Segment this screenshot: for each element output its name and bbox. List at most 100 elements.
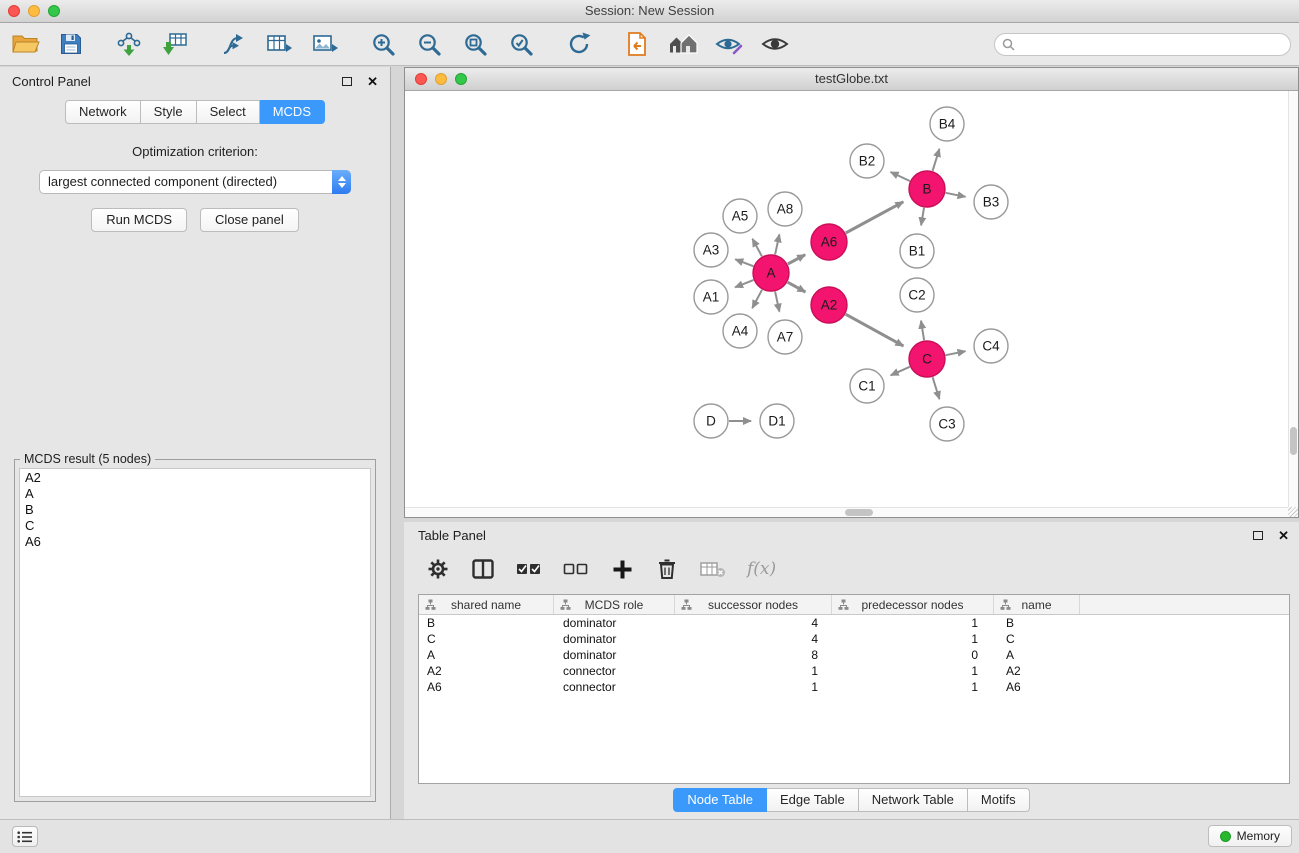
edge-A-A1[interactable]: [735, 280, 753, 287]
network-window-titlebar[interactable]: testGlobe.txt: [405, 68, 1298, 91]
column-header-predecessor-nodes[interactable]: predecessor nodes: [832, 595, 994, 614]
table-tab-edge-table[interactable]: Edge Table: [767, 788, 859, 812]
horizontal-scrollbar-thumb[interactable]: [845, 509, 873, 516]
graph-node-A1[interactable]: A1: [694, 280, 728, 314]
close-window-button[interactable]: [8, 5, 20, 17]
graph-node-A4[interactable]: A4: [723, 314, 757, 348]
edge-A-A5[interactable]: [752, 239, 762, 256]
table-tab-network-table[interactable]: Network Table: [859, 788, 968, 812]
close-panel-icon[interactable]: ✕: [367, 75, 378, 88]
table-row[interactable]: Adominator80A: [419, 647, 1289, 663]
tab-select[interactable]: Select: [197, 100, 260, 124]
edge-A-A4[interactable]: [752, 290, 762, 308]
tab-network[interactable]: Network: [65, 100, 141, 124]
network-zoom-button[interactable]: [455, 73, 467, 85]
edge-A6-B[interactable]: [846, 202, 904, 233]
horizontal-scrollbar[interactable]: [405, 507, 1288, 517]
save-session-button[interactable]: [54, 27, 88, 61]
search-input[interactable]: [994, 33, 1291, 56]
delete-table-button[interactable]: [700, 556, 726, 582]
close-table-panel-icon[interactable]: ✕: [1278, 529, 1289, 542]
column-header-shared-name[interactable]: shared name: [419, 595, 554, 614]
graph-node-B2[interactable]: B2: [850, 144, 884, 178]
edge-A-A8[interactable]: [775, 234, 779, 254]
tab-mcds[interactable]: MCDS: [260, 100, 325, 124]
table-row[interactable]: Cdominator41C: [419, 631, 1289, 647]
edge-B-B4[interactable]: [933, 149, 940, 171]
graph-node-A5[interactable]: A5: [723, 199, 757, 233]
vertical-scrollbar-thumb[interactable]: [1290, 427, 1297, 455]
edge-B-B2[interactable]: [891, 172, 910, 181]
graph-node-C1[interactable]: C1: [850, 369, 884, 403]
select-all-button[interactable]: [516, 556, 542, 582]
memory-button[interactable]: Memory: [1208, 825, 1292, 847]
zoom-in-button[interactable]: [366, 27, 400, 61]
new-network-button[interactable]: [216, 27, 250, 61]
table-settings-button[interactable]: [426, 556, 450, 582]
new-table-button[interactable]: [262, 27, 296, 61]
edge-C-C2[interactable]: [921, 321, 924, 341]
mcds-result-item[interactable]: A6: [20, 534, 370, 550]
style-preview-button[interactable]: [712, 27, 746, 61]
column-header-successor-nodes[interactable]: successor nodes: [675, 595, 832, 614]
edge-A-A2[interactable]: [788, 282, 806, 292]
edge-C-C1[interactable]: [891, 367, 910, 376]
mcds-result-item[interactable]: C: [20, 518, 370, 534]
graph-node-C4[interactable]: C4: [974, 329, 1008, 363]
edge-A-A7[interactable]: [775, 292, 779, 312]
delete-column-button[interactable]: [655, 556, 679, 582]
graph-node-D[interactable]: D: [694, 404, 728, 438]
zoom-out-button[interactable]: [412, 27, 446, 61]
table-tab-node-table[interactable]: Node Table: [673, 788, 767, 812]
zoom-window-button[interactable]: [48, 5, 60, 17]
graph-node-B3[interactable]: B3: [974, 185, 1008, 219]
edge-B-B3[interactable]: [946, 193, 966, 197]
graph-node-A2[interactable]: A2: [811, 287, 847, 323]
table-row[interactable]: Bdominator41B: [419, 615, 1289, 631]
close-panel-button[interactable]: Close panel: [200, 208, 299, 232]
network-canvas[interactable]: B4B2BB3A5A8A6B1A3AC2A1A2A4A7C4CC1C3DD1: [405, 91, 1298, 517]
mcds-result-item[interactable]: B: [20, 502, 370, 518]
edge-A-A6[interactable]: [788, 255, 805, 264]
open-session-button[interactable]: [8, 27, 42, 61]
graph-node-B[interactable]: B: [909, 171, 945, 207]
column-header-name[interactable]: name: [994, 595, 1080, 614]
function-builder-button[interactable]: f(x): [747, 556, 776, 582]
tab-style[interactable]: Style: [141, 100, 197, 124]
open-recent-session-button[interactable]: [620, 27, 654, 61]
graph-node-A[interactable]: A: [753, 255, 789, 291]
float-panel-icon[interactable]: [342, 77, 352, 86]
task-history-button[interactable]: [12, 826, 38, 847]
columns-visibility-button[interactable]: [471, 556, 495, 582]
table-tab-motifs[interactable]: Motifs: [968, 788, 1030, 812]
zoom-fit-button[interactable]: [458, 27, 492, 61]
zoom-selected-button[interactable]: [504, 27, 538, 61]
network-minimize-button[interactable]: [435, 73, 447, 85]
import-network-file-button[interactable]: [112, 27, 146, 61]
mcds-result-item[interactable]: A2: [20, 470, 370, 486]
edge-A2-C[interactable]: [846, 314, 904, 346]
graph-node-B4[interactable]: B4: [930, 107, 964, 141]
graph-node-A7[interactable]: A7: [768, 320, 802, 354]
add-column-button[interactable]: [610, 556, 634, 582]
run-mcds-button[interactable]: Run MCDS: [91, 208, 187, 232]
graph-node-C2[interactable]: C2: [900, 278, 934, 312]
edge-C-C3[interactable]: [933, 377, 940, 399]
home-view-button[interactable]: [666, 27, 700, 61]
graph-node-A8[interactable]: A8: [768, 192, 802, 226]
graph-node-C[interactable]: C: [909, 341, 945, 377]
deselect-all-button[interactable]: [563, 556, 589, 582]
graph-node-C3[interactable]: C3: [930, 407, 964, 441]
export-image-button[interactable]: [308, 27, 342, 61]
column-header-MCDS-role[interactable]: MCDS role: [554, 595, 675, 614]
show-graphics-details-button[interactable]: [758, 27, 792, 61]
graph-node-A6[interactable]: A6: [811, 224, 847, 260]
edge-A-A3[interactable]: [735, 259, 753, 266]
float-table-panel-icon[interactable]: [1253, 531, 1263, 540]
minimize-window-button[interactable]: [28, 5, 40, 17]
vertical-scrollbar[interactable]: [1288, 91, 1298, 507]
refresh-layout-button[interactable]: [562, 27, 596, 61]
mcds-result-item[interactable]: A: [20, 486, 370, 502]
edge-B-B1[interactable]: [921, 208, 924, 226]
graph-node-D1[interactable]: D1: [760, 404, 794, 438]
